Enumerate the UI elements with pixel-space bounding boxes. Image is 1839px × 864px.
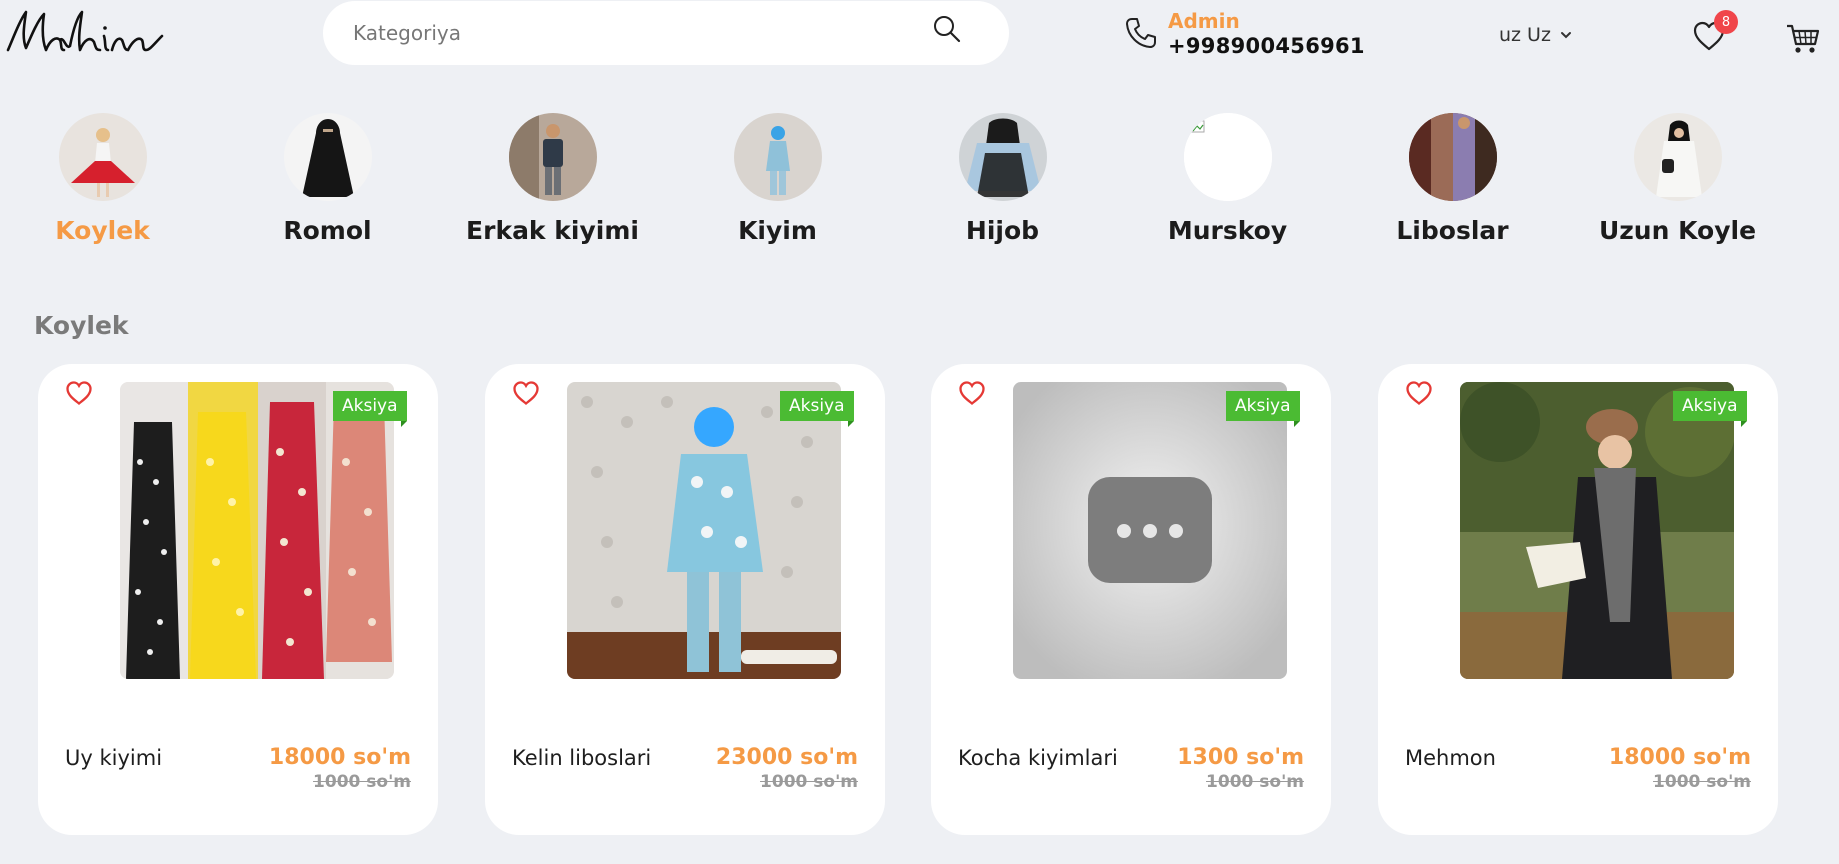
category-liboslar[interactable]: Liboslar	[1340, 113, 1565, 245]
category-label: Uzun Koyle	[1598, 216, 1757, 245]
search-input[interactable]	[353, 1, 913, 65]
cart-icon[interactable]	[1786, 22, 1820, 56]
language-label: uz Uz	[1499, 24, 1551, 46]
favorites-count-badge: 8	[1714, 10, 1738, 34]
product-card[interactable]: Aksiya Mehmon 18000 so'm 1000 so'm	[1378, 364, 1778, 835]
category-murskoy[interactable]: Murskoy	[1115, 113, 1340, 245]
contact-name: Admin	[1168, 9, 1240, 33]
category-image-kiyim	[733, 113, 822, 201]
search-icon[interactable]	[932, 14, 962, 44]
category-image-erkak-kiyimi	[508, 113, 597, 201]
product-old-price: 1000 so'm	[1653, 772, 1751, 792]
category-hijob[interactable]: Hijob	[890, 113, 1115, 245]
search-bar[interactable]	[323, 1, 1009, 65]
category-label: Murskoy	[1167, 216, 1288, 245]
mahina-logo[interactable]	[4, 6, 168, 58]
sale-badge: Aksiya	[1226, 391, 1300, 427]
product-name[interactable]: Kocha kiyimlari	[958, 746, 1118, 770]
sale-badge: Aksiya	[1673, 391, 1747, 427]
product-old-price: 1000 so'm	[313, 772, 411, 792]
category-image-hijob	[958, 113, 1047, 201]
favorite-heart-icon[interactable]	[958, 380, 986, 406]
category-label: Liboslar	[1396, 216, 1509, 245]
section-title: Koylek	[34, 311, 129, 340]
favorite-heart-icon[interactable]	[65, 380, 93, 406]
contact-phone[interactable]: +998900456961	[1168, 34, 1365, 58]
product-image-placeholder[interactable]	[1013, 382, 1287, 679]
category-image-liboslar	[1408, 113, 1497, 201]
category-label: Romol	[283, 216, 372, 245]
product-image[interactable]	[120, 382, 394, 679]
product-card[interactable]: Aksiya Kocha kiyimlari 1300 so'm 1000 so…	[931, 364, 1331, 835]
product-card[interactable]: Aksiya Kelin liboslari 23000 so'm 1000 s…	[485, 364, 885, 835]
product-price: 18000 so'm	[1608, 745, 1751, 770]
sale-badge: Aksiya	[333, 391, 407, 427]
product-old-price: 1000 so'm	[1206, 772, 1304, 792]
chevron-down-icon	[1560, 32, 1571, 39]
category-image-murskoy	[1183, 113, 1272, 201]
product-old-price: 1000 so'm	[760, 772, 858, 792]
category-romol[interactable]: Romol	[215, 113, 440, 245]
product-price: 23000 so'm	[715, 745, 858, 770]
language-selector[interactable]: uz Uz	[1499, 24, 1573, 46]
category-erkak-kiyimi[interactable]: Erkak kiyimi	[440, 113, 665, 245]
favorite-heart-icon[interactable]	[1405, 380, 1433, 406]
product-name[interactable]: Mehmon	[1405, 746, 1496, 770]
product-price: 1300 so'm	[1177, 745, 1304, 770]
category-koylek[interactable]: Koylek	[0, 113, 215, 245]
phone-icon	[1126, 18, 1156, 48]
product-price: 18000 so'm	[268, 745, 411, 770]
category-kiyim[interactable]: Kiyim	[665, 113, 890, 245]
favorite-heart-icon[interactable]	[512, 380, 540, 406]
product-image[interactable]	[567, 382, 841, 679]
product-image[interactable]	[1460, 382, 1734, 679]
category-uzun-koyle[interactable]: Uzun Koyle	[1565, 113, 1790, 245]
category-image-uzun-koyle	[1633, 113, 1722, 201]
category-label: Kiyim	[738, 216, 817, 245]
category-label: Koylek	[55, 216, 150, 245]
category-label: Erkak kiyimi	[466, 216, 639, 245]
product-card[interactable]: Aksiya Uy kiyimi 18000 so'm 1000 so'm	[38, 364, 438, 835]
category-label: Hijob	[965, 216, 1040, 245]
category-image-koylek	[58, 113, 147, 201]
product-name[interactable]: Uy kiyimi	[65, 746, 162, 770]
sale-badge: Aksiya	[780, 391, 854, 427]
product-name[interactable]: Kelin liboslari	[512, 746, 651, 770]
category-image-romol	[283, 113, 372, 201]
